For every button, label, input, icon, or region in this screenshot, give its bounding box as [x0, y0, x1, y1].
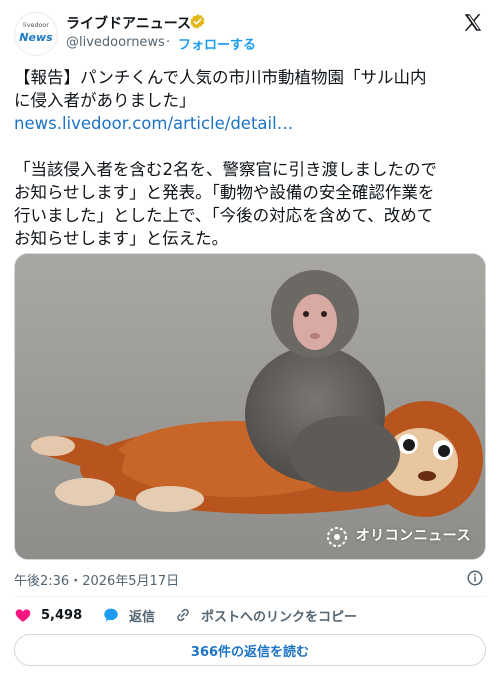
- oricon-logo-icon: [327, 527, 347, 547]
- info-icon[interactable]: [466, 569, 484, 587]
- x-logo-icon[interactable]: [462, 12, 484, 34]
- read-replies-button[interactable]: 366件の返信を読む: [14, 634, 486, 666]
- verified-badge-icon: [190, 14, 205, 29]
- post-text-line: 【報告】パンチくんで人気の市川市動植物園「サル山内: [14, 68, 427, 87]
- read-replies-label: 366件の返信を読む: [190, 644, 310, 660]
- copy-link-button[interactable]: ポストへのリンクをコピー: [174, 604, 357, 626]
- link-chain-icon: [177, 608, 189, 622]
- account-handle[interactable]: @livedoornews: [66, 35, 165, 50]
- heart-icon: [15, 609, 31, 622]
- photo-watermark: オリコンニュース: [355, 528, 471, 544]
- divider: [14, 596, 486, 597]
- post-timestamp[interactable]: 午後2:36・2026年5月17日: [14, 570, 179, 589]
- avatar-logo-text: News: [19, 31, 53, 44]
- reply-label: 返信: [129, 609, 156, 625]
- monkey-photo-image: [15, 254, 485, 559]
- like-count: 5,498: [41, 607, 83, 623]
- post-text-line: お知らせします」と発表。「動物や設備の安全確認作業を: [14, 183, 435, 202]
- avatar[interactable]: livedoor News: [14, 12, 58, 56]
- post-photo[interactable]: オリコンニュース: [14, 253, 486, 560]
- copy-link-label: ポストへのリンクをコピー: [201, 609, 358, 625]
- separator-dot: ·: [166, 35, 171, 50]
- post-text-line: 「当該侵入者を含む2名を、警察官に引き渡しましたので: [14, 160, 437, 179]
- like-button[interactable]: 5,498: [14, 604, 82, 626]
- post-text-line: 行いました」とした上で、「今後の対応を含めて、改めて: [14, 206, 434, 225]
- reply-button[interactable]: 返信: [102, 604, 155, 626]
- reply-bubble-icon: [104, 608, 118, 622]
- account-name[interactable]: ライブドアニュース: [66, 13, 191, 33]
- avatar-small-text: livedoor: [23, 22, 49, 29]
- post-text-line: お知らせします」と伝えた。: [14, 229, 229, 248]
- post-text: 【報告】パンチくんで人気の市川市動植物園「サル山内 に侵入者がありました」 ne…: [14, 66, 488, 250]
- article-link[interactable]: news.livedoor.com/article/detail…: [14, 112, 488, 135]
- post-card: livedoor News ライブドアニュース @livedoornews · …: [0, 0, 500, 678]
- follow-button[interactable]: フォローする: [178, 34, 256, 53]
- post-text-line: に侵入者がありました」: [14, 91, 196, 110]
